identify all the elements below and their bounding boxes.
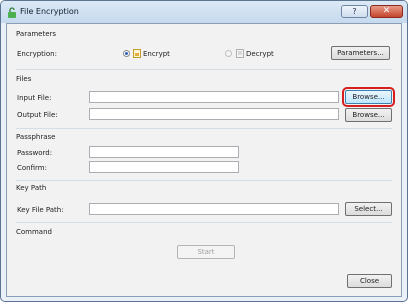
command-group-title: Command: [16, 228, 52, 236]
decrypt-radio[interactable]: [225, 50, 232, 57]
select-key-button[interactable]: Select...: [345, 202, 392, 216]
dialog-body: Parameters Encryption: Encrypt Decrypt P…: [6, 23, 402, 297]
help-button[interactable]: ?: [341, 5, 368, 18]
parameters-group-title: Parameters: [16, 30, 57, 38]
close-window-button[interactable]: ✕: [370, 5, 403, 18]
group-divider: [16, 180, 392, 181]
file-encryption-window: File Encryption ? ✕ Parameters Encryptio…: [0, 0, 408, 302]
input-file-label: Input File:: [17, 94, 52, 102]
password-label: Password:: [17, 149, 53, 157]
passphrase-group-title: Passphrase: [16, 133, 56, 141]
title-bar[interactable]: File Encryption ? ✕: [1, 1, 407, 23]
encryption-label: Encryption:: [17, 50, 57, 58]
parameters-button[interactable]: Parameters...: [331, 46, 390, 60]
window-title: File Encryption: [20, 7, 79, 16]
key-path-group-title: Key Path: [16, 184, 47, 192]
confirm-label: Confirm:: [17, 164, 47, 172]
key-file-path-field[interactable]: [89, 203, 339, 215]
output-file-field[interactable]: [89, 108, 339, 120]
input-browse-button[interactable]: Browse...: [345, 90, 392, 104]
encrypt-label[interactable]: Encrypt: [143, 50, 170, 58]
files-group-title: Files: [16, 75, 32, 83]
start-button[interactable]: Start: [177, 245, 235, 259]
key-file-path-label: Key File Path:: [17, 206, 64, 214]
group-divider: [16, 69, 392, 70]
group-divider: [16, 222, 392, 223]
group-divider: [16, 128, 392, 129]
app-icon: [8, 7, 16, 18]
output-browse-button[interactable]: Browse...: [345, 108, 392, 122]
output-file-label: Output File:: [17, 111, 58, 119]
confirm-field[interactable]: [89, 161, 239, 173]
close-button[interactable]: Close: [347, 274, 392, 288]
encrypt-file-icon: [133, 49, 141, 58]
decrypt-file-icon: [236, 49, 244, 58]
password-field[interactable]: [89, 146, 239, 158]
input-file-field[interactable]: [89, 91, 339, 103]
decrypt-label[interactable]: Decrypt: [246, 50, 274, 58]
encrypt-radio[interactable]: [123, 50, 130, 57]
